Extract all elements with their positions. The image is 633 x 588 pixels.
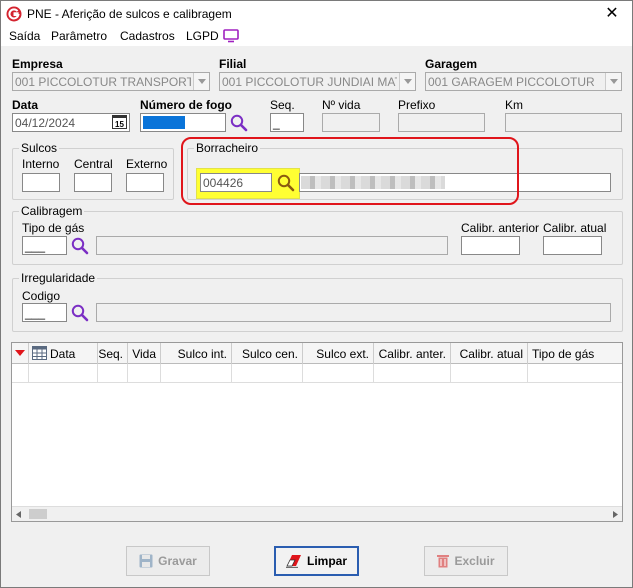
column-header-sulco-cen[interactable]: Sulco cen.: [232, 343, 303, 364]
prefixo-field: [398, 113, 485, 132]
horizontal-scrollbar[interactable]: [12, 506, 622, 521]
n-vida-label: Nº vida: [322, 98, 361, 112]
column-header-vida[interactable]: Vida: [128, 343, 161, 364]
filial-select[interactable]: 001 PICCOLOTUR JUNDIAI MATRIZ: [219, 72, 416, 91]
calibr-atual-field[interactable]: [543, 236, 602, 255]
data-value: 04/12/2024: [15, 116, 76, 130]
close-icon: ✕: [605, 5, 619, 22]
scroll-right-icon[interactable]: [613, 511, 618, 518]
column-header-data[interactable]: Data: [29, 343, 98, 364]
grid-sort-cell[interactable]: [12, 343, 29, 364]
garagem-value: 001 GARAGEM PICCOLOTUR: [428, 75, 595, 89]
filial-label: Filial: [219, 57, 247, 71]
sort-arrow-icon: [15, 350, 25, 356]
gravar-button[interactable]: Gravar: [126, 546, 210, 576]
column-header-seq[interactable]: Seq.: [98, 343, 128, 364]
chevron-down-icon: [605, 73, 621, 90]
menu-saida[interactable]: Saída: [9, 29, 40, 43]
tipo-gas-field[interactable]: ___: [22, 236, 67, 255]
table-icon: [32, 346, 47, 360]
table-row[interactable]: [12, 364, 622, 383]
sulcos-title: Sulcos: [19, 141, 60, 155]
chevron-down-icon: [193, 73, 209, 90]
irregularidade-description: [96, 303, 611, 322]
excluir-button[interactable]: Excluir: [424, 546, 508, 576]
calendar-icon[interactable]: 15: [112, 115, 127, 129]
prefixo-label: Prefixo: [398, 98, 436, 112]
sulco-central-field[interactable]: [74, 173, 112, 192]
menu-parametro[interactable]: Parâmetro: [51, 29, 107, 43]
scroll-left-icon[interactable]: [16, 511, 21, 518]
eraser-icon: [285, 555, 301, 568]
column-header-tipo-gas[interactable]: Tipo de gás: [528, 343, 622, 364]
menu-cadastros[interactable]: Cadastros: [120, 29, 175, 43]
garagem-select[interactable]: 001 GARAGEM PICCOLOTUR: [425, 72, 622, 91]
km-label: Km: [505, 98, 523, 112]
calibragem-title: Calibragem: [19, 204, 85, 218]
search-icon[interactable]: [70, 236, 90, 256]
tipo-gas-description: [96, 236, 448, 255]
app-logo-icon: [6, 6, 22, 22]
km-field: [505, 113, 622, 132]
column-header-calibr-anter[interactable]: Calibr. anter.: [374, 343, 451, 364]
seq-field[interactable]: _: [270, 113, 304, 132]
grid-header: Data Seq. Vida Sulco int. Sulco cen. Sul…: [12, 343, 622, 364]
sulco-externo-label: Externo: [126, 157, 168, 171]
filial-value: 001 PICCOLOTUR JUNDIAI MATRIZ: [222, 75, 397, 89]
n-vida-field: [322, 113, 380, 132]
empresa-select[interactable]: 001 PICCOLOTUR TRANSPORTES: [12, 72, 210, 91]
application-window: PNE - Aferição de sulcos e calibragem ✕ …: [0, 0, 633, 588]
calibr-anterior-label: Calibr. anterior: [461, 221, 540, 235]
close-button[interactable]: ✕: [600, 3, 624, 25]
text-selection-highlight: [143, 116, 185, 129]
irregularidade-title: Irregularidade: [19, 271, 98, 285]
column-header-sulco-ext[interactable]: Sulco ext.: [303, 343, 374, 364]
scroll-thumb[interactable]: [29, 509, 47, 519]
numero-fogo-label: Número de fogo: [140, 98, 232, 112]
chevron-down-icon: [399, 73, 415, 90]
monitor-icon[interactable]: [223, 29, 239, 43]
annotation-outline: [181, 137, 519, 205]
sulco-interno-label: Interno: [22, 157, 60, 171]
tipo-gas-label: Tipo de gás: [22, 221, 85, 235]
window-title: PNE - Aferição de sulcos e calibragem: [27, 7, 232, 21]
codigo-field[interactable]: ___: [22, 303, 67, 322]
records-grid[interactable]: Data Seq. Vida Sulco int. Sulco cen. Sul…: [11, 342, 623, 522]
garagem-label: Garagem: [425, 57, 478, 71]
numero-fogo-field[interactable]: [140, 113, 226, 132]
codigo-label: Codigo: [22, 289, 61, 303]
seq-label: Seq.: [270, 98, 295, 112]
calibr-anterior-field[interactable]: [461, 236, 520, 255]
sulco-interno-field[interactable]: [22, 173, 60, 192]
menu-bar: Saída Parâmetro Cadastros LGPD: [1, 27, 632, 46]
save-icon: [139, 554, 153, 568]
empresa-label: Empresa: [12, 57, 63, 71]
menu-lgpd[interactable]: LGPD: [186, 29, 219, 43]
title-bar: PNE - Aferição de sulcos e calibragem ✕: [1, 1, 632, 27]
column-header-sulco-int[interactable]: Sulco int.: [161, 343, 232, 364]
trash-icon: [437, 555, 450, 568]
calibr-atual-label: Calibr. atual: [543, 221, 607, 235]
limpar-button[interactable]: Limpar: [274, 546, 359, 576]
empresa-value: 001 PICCOLOTUR TRANSPORTES: [15, 75, 191, 89]
data-label: Data: [12, 98, 39, 112]
sulco-central-label: Central: [74, 157, 113, 171]
sulco-externo-field[interactable]: [126, 173, 164, 192]
search-icon[interactable]: [70, 303, 90, 323]
search-icon[interactable]: [229, 113, 249, 133]
column-header-calibr-atual[interactable]: Calibr. atual: [451, 343, 528, 364]
